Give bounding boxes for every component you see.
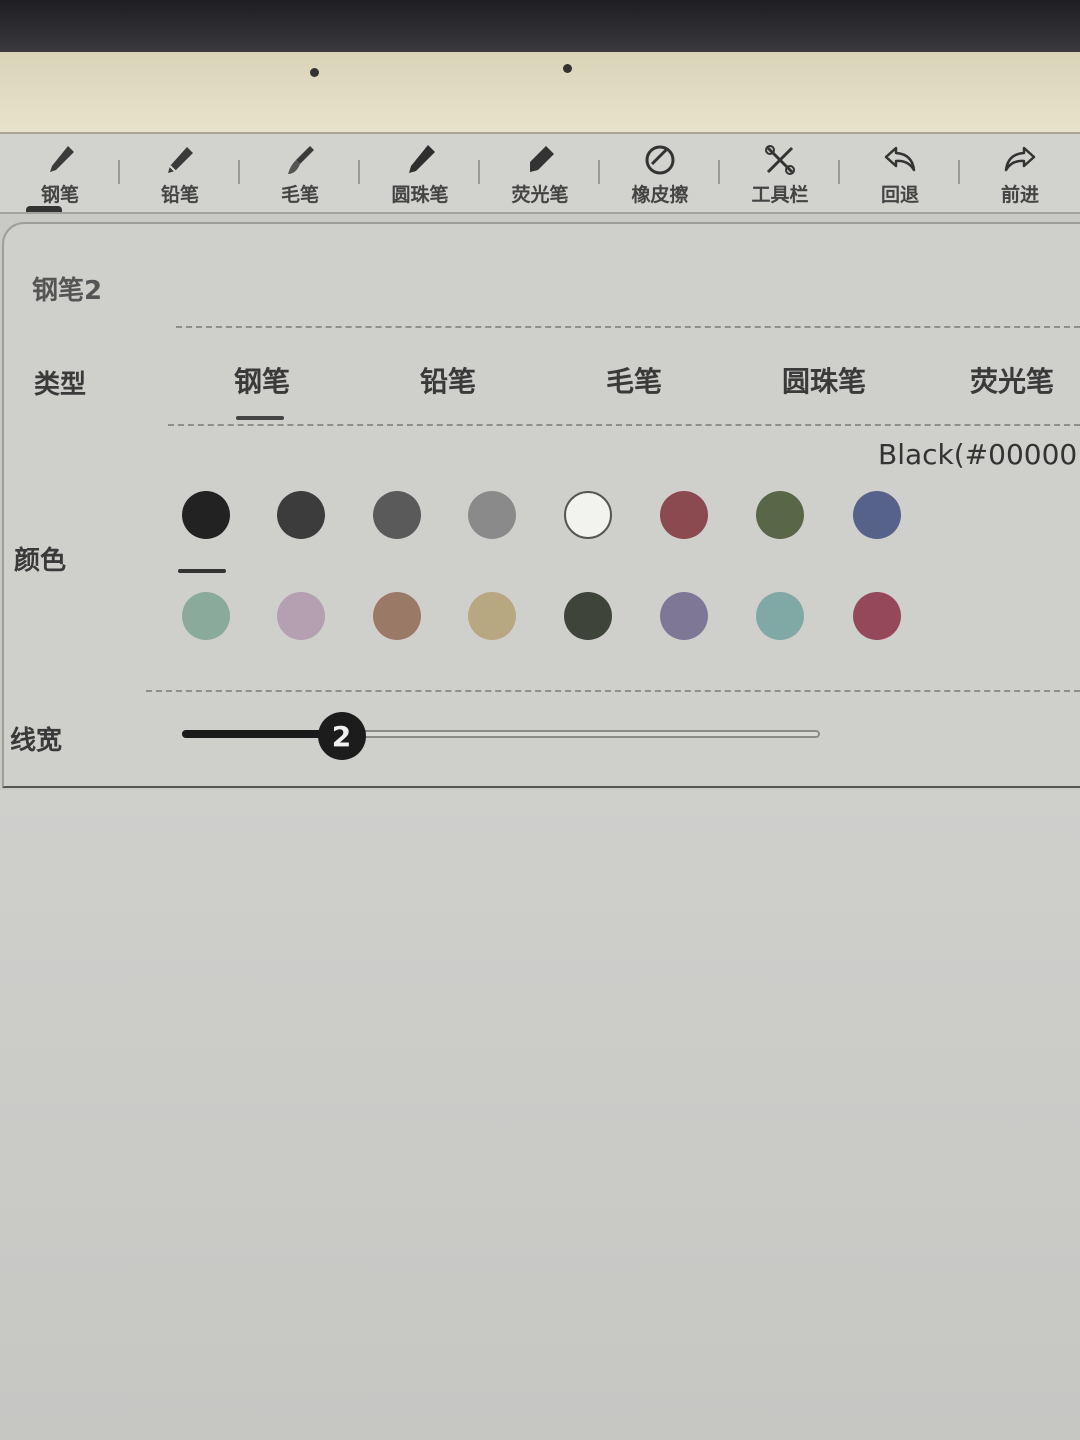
color-swatch[interactable] bbox=[853, 592, 901, 640]
type-option-brush[interactable]: 毛笔 bbox=[594, 360, 674, 400]
highlighter-icon bbox=[530, 146, 554, 172]
tool-label: 荧光笔 bbox=[511, 184, 569, 206]
tool-fountain-pen[interactable]: 钢笔 bbox=[0, 134, 120, 212]
divider bbox=[168, 424, 1080, 426]
eraser-icon bbox=[645, 145, 675, 175]
color-row-label: 颜色 bbox=[14, 546, 67, 576]
color-readout: Black(#00000 bbox=[878, 438, 1078, 471]
tool-label: 铅笔 bbox=[160, 184, 199, 206]
ballpoint-pen-icon bbox=[409, 145, 435, 173]
tool-label: 橡皮擦 bbox=[631, 184, 689, 206]
tool-redo[interactable]: 前进 bbox=[960, 134, 1080, 212]
writing-canvas[interactable] bbox=[0, 790, 1080, 1440]
color-swatch[interactable] bbox=[756, 491, 804, 539]
tool-label: 回退 bbox=[880, 184, 919, 206]
brush-icon bbox=[288, 146, 314, 174]
tools-icon bbox=[765, 145, 795, 175]
preset-title: 钢笔2 bbox=[32, 276, 103, 306]
tool-highlighter[interactable]: 荧光笔 bbox=[480, 134, 600, 212]
line-width-label: 线宽 bbox=[10, 726, 63, 756]
tool-label: 毛笔 bbox=[280, 184, 319, 206]
divider bbox=[146, 690, 1080, 692]
color-swatch[interactable] bbox=[660, 592, 708, 640]
redo-icon bbox=[1004, 146, 1036, 172]
tool-label: 钢笔 bbox=[40, 184, 79, 206]
color-swatch[interactable] bbox=[564, 491, 612, 539]
divider bbox=[176, 326, 1080, 328]
color-swatch[interactable] bbox=[660, 491, 708, 539]
pen-settings-panel bbox=[2, 222, 1080, 788]
light-sensor bbox=[563, 64, 572, 73]
color-selected-underline bbox=[178, 569, 226, 573]
camera-sensor bbox=[310, 68, 319, 77]
type-option-pencil[interactable]: 铅笔 bbox=[408, 360, 488, 400]
tool-eraser[interactable]: 橡皮擦 bbox=[600, 134, 720, 212]
fountain-pen-icon bbox=[50, 146, 74, 172]
pen-toolbar: 钢笔 铅笔 毛笔 圆珠笔 荧光笔 橡皮擦 工具栏 回退 前进 bbox=[0, 134, 1080, 214]
tool-brush[interactable]: 毛笔 bbox=[240, 134, 360, 212]
color-swatch[interactable] bbox=[468, 491, 516, 539]
type-row-label: 类型 bbox=[34, 370, 87, 400]
tool-tools[interactable]: 工具栏 bbox=[720, 134, 840, 212]
pencil-icon bbox=[168, 147, 193, 173]
tool-ballpoint-pen[interactable]: 圆珠笔 bbox=[360, 134, 480, 212]
undo-icon bbox=[884, 146, 916, 172]
line-width-slider-thumb[interactable]: 2 bbox=[317, 712, 366, 760]
tool-label: 圆珠笔 bbox=[391, 184, 449, 206]
color-swatch[interactable] bbox=[853, 491, 901, 539]
color-swatch[interactable] bbox=[564, 592, 612, 640]
type-selected-underline bbox=[236, 416, 284, 420]
tool-label: 前进 bbox=[1000, 184, 1039, 206]
color-swatch[interactable] bbox=[468, 592, 516, 640]
color-swatch[interactable] bbox=[373, 592, 421, 640]
active-tool-indicator bbox=[26, 206, 62, 212]
color-swatch[interactable] bbox=[277, 491, 325, 539]
device-bezel bbox=[0, 52, 1080, 134]
color-swatch[interactable] bbox=[182, 592, 230, 640]
color-swatch[interactable] bbox=[277, 592, 325, 640]
device-bezel-top bbox=[0, 0, 1080, 52]
type-option-highlighter[interactable]: 荧光笔 bbox=[956, 360, 1068, 400]
color-swatch[interactable] bbox=[373, 491, 421, 539]
type-option-ballpoint-pen[interactable]: 圆珠笔 bbox=[768, 360, 880, 400]
color-swatch[interactable] bbox=[182, 491, 230, 539]
tool-undo[interactable]: 回退 bbox=[840, 134, 960, 212]
tool-pencil[interactable]: 铅笔 bbox=[120, 134, 240, 212]
color-swatch[interactable] bbox=[756, 592, 804, 640]
tool-label: 工具栏 bbox=[751, 184, 809, 206]
type-option-fountain-pen[interactable]: 钢笔 bbox=[222, 360, 302, 400]
